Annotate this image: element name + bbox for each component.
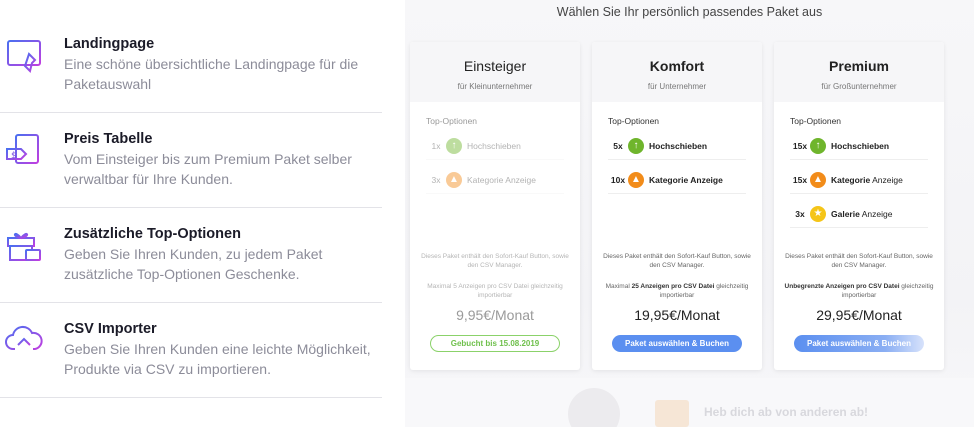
option-count: 5x — [613, 140, 623, 151]
plan-name: Komfort — [649, 58, 705, 74]
option-row: 15x ▲ Kategorie Anzeige — [790, 166, 928, 194]
option-row: 1x ↑ Hochschieben — [426, 132, 564, 160]
option-count: 1x — [431, 140, 441, 151]
svg-text:$: $ — [11, 151, 17, 161]
feature-description: Geben Sie Ihren Kunden eine leichte Mögl… — [64, 341, 371, 377]
feature-title: Zusätzliche Top-Optionen — [64, 226, 241, 242]
option-count: 10x — [610, 174, 626, 185]
plan-header: Premium für Großunternehmer — [774, 42, 944, 102]
plan-csv-limit: Maximal 5 Anzeigen pro CSV Datei gleichz… — [427, 283, 563, 299]
landingpage-icon — [7, 40, 41, 73]
top-options-label: Top-Optionen — [426, 116, 478, 126]
select-book-button[interactable]: Paket auswählen & Buchen — [794, 335, 924, 352]
option-label-bold: Galerie — [831, 208, 860, 219]
flame-icon: ▲ — [810, 171, 826, 188]
plan-subtitle: für Großunternehmer — [821, 82, 897, 91]
plan-card-einsteiger: Einsteiger für Kleinunternehmer Top-Opti… — [410, 42, 580, 370]
option-count: 3x — [795, 208, 805, 219]
plan-price: 29,95€/Monat — [816, 307, 902, 323]
arrow-up-icon: ↑ — [628, 137, 644, 154]
plan-fine-print: Dieses Paket enthält den Sofort-Kauf But… — [785, 253, 933, 269]
feature-title: Landingpage — [64, 36, 155, 52]
feature-price-table: $ Preis Tabelle Vom Einsteiger bis zum P… — [0, 113, 382, 208]
plan-name: Einsteiger — [463, 58, 527, 74]
plan-fine-print: Dieses Paket enthält den Sofort-Kauf But… — [421, 253, 569, 269]
limit-bold: 25 Anzeigen pro CSV Datei — [631, 283, 715, 290]
pricing-heading: Wählen Sie Ihr persönlich passendes Pake… — [556, 5, 823, 19]
option-label: Kategorie Anzeige — [649, 174, 723, 185]
arrow-up-icon: ↑ — [810, 137, 826, 154]
cloud-upload-icon — [5, 325, 43, 357]
plan-header: Komfort für Unternehmer — [592, 42, 762, 102]
top-options-label: Top-Optionen — [790, 116, 842, 126]
feature-description: Vom Einsteiger bis zum Premium Paket sel… — [64, 151, 352, 187]
limit-bold: Unbegrenzte Anzeigen pro CSV Datei — [784, 283, 900, 290]
plan-subtitle: für Kleinunternehmer — [457, 82, 533, 91]
plan-name: Premium — [829, 58, 889, 74]
badge-icon — [655, 400, 689, 427]
plan-subtitle: für Unternehmer — [647, 82, 707, 91]
option-row: 15x ↑ Hochschieben — [790, 132, 928, 160]
booked-until-button[interactable]: Gebucht bis 15.08.2019 — [430, 335, 560, 352]
plan-header: Einsteiger für Kleinunternehmer — [410, 42, 580, 102]
plan-card-premium: Premium für Großunternehmer Top-Optionen… — [774, 42, 944, 370]
next-section-fade — [405, 378, 974, 427]
option-label-rest: Anzeige — [859, 208, 893, 219]
option-count: 15x — [792, 174, 808, 185]
option-label: Kategorie Anzeige — [467, 174, 536, 185]
option-row: 3x ★ Galerie Anzeige — [790, 200, 928, 228]
option-row: 3x ▲ Kategorie Anzeige — [426, 166, 564, 194]
top-options-label: Top-Optionen — [608, 116, 660, 126]
flame-icon: ▲ — [446, 171, 462, 188]
plan-csv-limit: Unbegrenzte Anzeigen pro CSV Datei gleic… — [784, 282, 934, 300]
flame-icon: ▲ — [628, 171, 644, 188]
feature-description: Eine schöne übersichtliche Landingpage f… — [64, 56, 359, 92]
page: { "features": [ { "title": "Landingpage"… — [0, 0, 974, 427]
feature-description: Geben Sie Ihren Kunden, zu jedem Paket z… — [64, 246, 323, 282]
plan-fine-print: Dieses Paket enthält den Sofort-Kauf But… — [603, 253, 751, 269]
option-label: Kategorie Anzeige — [831, 175, 903, 185]
option-label-rest: Anzeige — [870, 174, 903, 185]
option-count: 3x — [431, 174, 441, 185]
feature-landingpage: Landingpage Eine schöne übersichtliche L… — [0, 18, 382, 113]
feature-title: Preis Tabelle — [64, 131, 153, 147]
option-label: Hochschieben — [649, 140, 708, 151]
option-row: 10x ▲ Kategorie Anzeige — [608, 166, 746, 194]
feature-list: Landingpage Eine schöne übersichtliche L… — [0, 18, 382, 398]
star-icon: ★ — [810, 205, 826, 222]
option-count: 15x — [792, 140, 808, 151]
plan-csv-limit: Maximal 25 Anzeigen pro CSV Datei gleich… — [602, 282, 752, 300]
gift-icon — [7, 232, 41, 261]
feature-csv-importer: CSV Importer Geben Sie Ihren Kunden eine… — [0, 303, 382, 398]
teaser-heading: Heb dich ab von anderen ab! — [704, 405, 869, 419]
arrow-up-icon: ↑ — [446, 137, 462, 154]
limit-prefix: Maximal — [605, 283, 632, 290]
plan-price: 19,95€/Monat — [634, 307, 720, 323]
option-label-bold: Kategorie — [831, 174, 871, 185]
select-book-button[interactable]: Paket auswählen & Buchen — [612, 335, 742, 352]
feature-top-options: Zusätzliche Top-Optionen Geben Sie Ihren… — [0, 208, 382, 303]
plan-price: 9,95€/Monat — [456, 307, 534, 323]
price-tag-icon: $ — [6, 134, 39, 164]
feature-title: CSV Importer — [64, 321, 157, 337]
option-label: Hochschieben — [831, 140, 890, 151]
option-label: Galerie Anzeige — [831, 209, 892, 219]
option-row: 5x ↑ Hochschieben — [608, 132, 746, 160]
plan-card-komfort: Komfort für Unternehmer Top-Optionen 5x … — [592, 42, 762, 370]
option-label: Hochschieben — [467, 140, 521, 151]
